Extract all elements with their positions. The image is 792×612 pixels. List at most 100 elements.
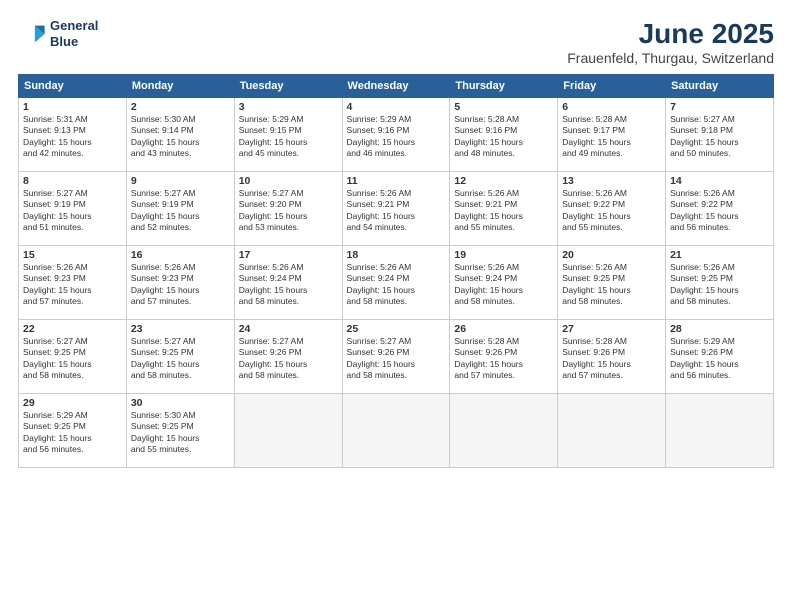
day-info: Sunrise: 5:29 AM Sunset: 9:25 PM Dayligh… [23,410,122,456]
day-number: 11 [347,175,446,187]
calendar-cell: 8 Sunrise: 5:27 AM Sunset: 9:19 PM Dayli… [19,172,127,246]
day-info: Sunrise: 5:28 AM Sunset: 9:16 PM Dayligh… [454,114,553,160]
day-number: 19 [454,249,553,261]
day-info: Sunrise: 5:26 AM Sunset: 9:24 PM Dayligh… [347,262,446,308]
header-sunday: Sunday [19,75,127,98]
calendar-cell: 17 Sunrise: 5:26 AM Sunset: 9:24 PM Dayl… [234,246,342,320]
calendar-cell: 25 Sunrise: 5:27 AM Sunset: 9:26 PM Dayl… [342,320,450,394]
day-number: 28 [670,323,769,335]
calendar-week-3: 15 Sunrise: 5:26 AM Sunset: 9:23 PM Dayl… [19,246,774,320]
day-info: Sunrise: 5:26 AM Sunset: 9:22 PM Dayligh… [562,188,661,234]
weekday-header-row: Sunday Monday Tuesday Wednesday Thursday… [19,75,774,98]
day-info: Sunrise: 5:27 AM Sunset: 9:18 PM Dayligh… [670,114,769,160]
calendar-cell: 15 Sunrise: 5:26 AM Sunset: 9:23 PM Dayl… [19,246,127,320]
calendar-cell: 13 Sunrise: 5:26 AM Sunset: 9:22 PM Dayl… [558,172,666,246]
day-number: 27 [562,323,661,335]
calendar-cell [234,394,342,468]
header-monday: Monday [126,75,234,98]
calendar-week-2: 8 Sunrise: 5:27 AM Sunset: 9:19 PM Dayli… [19,172,774,246]
calendar-cell: 28 Sunrise: 5:29 AM Sunset: 9:26 PM Dayl… [666,320,774,394]
day-number: 12 [454,175,553,187]
day-info: Sunrise: 5:27 AM Sunset: 9:26 PM Dayligh… [347,336,446,382]
day-info: Sunrise: 5:27 AM Sunset: 9:26 PM Dayligh… [239,336,338,382]
calendar-cell [558,394,666,468]
day-info: Sunrise: 5:26 AM Sunset: 9:25 PM Dayligh… [670,262,769,308]
day-info: Sunrise: 5:26 AM Sunset: 9:21 PM Dayligh… [454,188,553,234]
day-info: Sunrise: 5:29 AM Sunset: 9:26 PM Dayligh… [670,336,769,382]
calendar-cell: 1 Sunrise: 5:31 AM Sunset: 9:13 PM Dayli… [19,98,127,172]
day-number: 18 [347,249,446,261]
day-info: Sunrise: 5:27 AM Sunset: 9:25 PM Dayligh… [23,336,122,382]
logo-text: General Blue [50,18,98,49]
day-number: 15 [23,249,122,261]
subtitle: Frauenfeld, Thurgau, Switzerland [567,50,774,66]
day-info: Sunrise: 5:26 AM Sunset: 9:24 PM Dayligh… [239,262,338,308]
calendar-cell: 16 Sunrise: 5:26 AM Sunset: 9:23 PM Dayl… [126,246,234,320]
header-friday: Friday [558,75,666,98]
calendar-cell: 14 Sunrise: 5:26 AM Sunset: 9:22 PM Dayl… [666,172,774,246]
header-wednesday: Wednesday [342,75,450,98]
day-info: Sunrise: 5:27 AM Sunset: 9:20 PM Dayligh… [239,188,338,234]
calendar-header: Sunday Monday Tuesday Wednesday Thursday… [19,75,774,98]
calendar-cell [342,394,450,468]
day-number: 10 [239,175,338,187]
day-info: Sunrise: 5:26 AM Sunset: 9:24 PM Dayligh… [454,262,553,308]
day-number: 8 [23,175,122,187]
day-number: 5 [454,101,553,113]
calendar-cell: 19 Sunrise: 5:26 AM Sunset: 9:24 PM Dayl… [450,246,558,320]
day-number: 26 [454,323,553,335]
calendar-cell: 21 Sunrise: 5:26 AM Sunset: 9:25 PM Dayl… [666,246,774,320]
calendar-cell [450,394,558,468]
main-title: June 2025 [567,18,774,50]
day-info: Sunrise: 5:28 AM Sunset: 9:26 PM Dayligh… [562,336,661,382]
day-number: 14 [670,175,769,187]
calendar-cell: 12 Sunrise: 5:26 AM Sunset: 9:21 PM Dayl… [450,172,558,246]
day-number: 9 [131,175,230,187]
day-info: Sunrise: 5:30 AM Sunset: 9:14 PM Dayligh… [131,114,230,160]
calendar-cell: 20 Sunrise: 5:26 AM Sunset: 9:25 PM Dayl… [558,246,666,320]
day-number: 23 [131,323,230,335]
day-info: Sunrise: 5:26 AM Sunset: 9:22 PM Dayligh… [670,188,769,234]
day-info: Sunrise: 5:26 AM Sunset: 9:25 PM Dayligh… [562,262,661,308]
calendar-cell: 2 Sunrise: 5:30 AM Sunset: 9:14 PM Dayli… [126,98,234,172]
day-number: 21 [670,249,769,261]
calendar-cell: 26 Sunrise: 5:28 AM Sunset: 9:26 PM Dayl… [450,320,558,394]
calendar-table: Sunday Monday Tuesday Wednesday Thursday… [18,74,774,468]
day-info: Sunrise: 5:27 AM Sunset: 9:19 PM Dayligh… [131,188,230,234]
day-info: Sunrise: 5:29 AM Sunset: 9:16 PM Dayligh… [347,114,446,160]
calendar-cell: 7 Sunrise: 5:27 AM Sunset: 9:18 PM Dayli… [666,98,774,172]
day-info: Sunrise: 5:30 AM Sunset: 9:25 PM Dayligh… [131,410,230,456]
calendar-cell: 24 Sunrise: 5:27 AM Sunset: 9:26 PM Dayl… [234,320,342,394]
day-info: Sunrise: 5:26 AM Sunset: 9:23 PM Dayligh… [23,262,122,308]
day-number: 13 [562,175,661,187]
calendar-cell: 9 Sunrise: 5:27 AM Sunset: 9:19 PM Dayli… [126,172,234,246]
day-number: 30 [131,397,230,409]
day-number: 4 [347,101,446,113]
day-info: Sunrise: 5:27 AM Sunset: 9:19 PM Dayligh… [23,188,122,234]
calendar-cell: 18 Sunrise: 5:26 AM Sunset: 9:24 PM Dayl… [342,246,450,320]
logo: General Blue [18,18,98,49]
calendar-cell: 23 Sunrise: 5:27 AM Sunset: 9:25 PM Dayl… [126,320,234,394]
logo-icon [18,20,46,48]
header-saturday: Saturday [666,75,774,98]
title-block: June 2025 Frauenfeld, Thurgau, Switzerla… [567,18,774,66]
day-number: 20 [562,249,661,261]
calendar-cell: 4 Sunrise: 5:29 AM Sunset: 9:16 PM Dayli… [342,98,450,172]
calendar-week-5: 29 Sunrise: 5:29 AM Sunset: 9:25 PM Dayl… [19,394,774,468]
day-info: Sunrise: 5:31 AM Sunset: 9:13 PM Dayligh… [23,114,122,160]
calendar-cell: 10 Sunrise: 5:27 AM Sunset: 9:20 PM Dayl… [234,172,342,246]
day-number: 24 [239,323,338,335]
calendar-cell: 3 Sunrise: 5:29 AM Sunset: 9:15 PM Dayli… [234,98,342,172]
calendar-body: 1 Sunrise: 5:31 AM Sunset: 9:13 PM Dayli… [19,98,774,468]
day-number: 1 [23,101,122,113]
calendar-cell [666,394,774,468]
day-info: Sunrise: 5:26 AM Sunset: 9:23 PM Dayligh… [131,262,230,308]
calendar-cell: 22 Sunrise: 5:27 AM Sunset: 9:25 PM Dayl… [19,320,127,394]
calendar-week-4: 22 Sunrise: 5:27 AM Sunset: 9:25 PM Dayl… [19,320,774,394]
day-number: 29 [23,397,122,409]
day-number: 2 [131,101,230,113]
day-number: 17 [239,249,338,261]
day-number: 7 [670,101,769,113]
calendar-cell: 27 Sunrise: 5:28 AM Sunset: 9:26 PM Dayl… [558,320,666,394]
calendar-week-1: 1 Sunrise: 5:31 AM Sunset: 9:13 PM Dayli… [19,98,774,172]
